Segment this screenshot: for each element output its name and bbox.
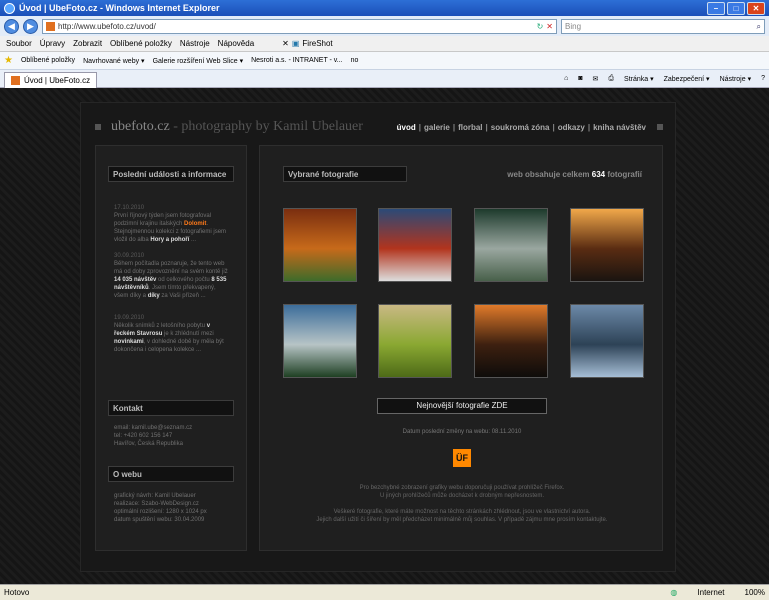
ubefoto-badge-icon: ÜF <box>453 449 471 467</box>
sunset-coast-photo[interactable] <box>570 208 644 282</box>
maximize-button[interactable]: □ <box>727 1 745 15</box>
mountain-peaks-photo[interactable] <box>283 304 357 378</box>
main-content: Vybrané fotografie web obsahuje celkem 6… <box>259 145 663 551</box>
browser-chrome: Úvod | UbeFoto.cz - Windows Internet Exp… <box>0 0 769 88</box>
zoom-level[interactable]: 100% <box>745 588 765 597</box>
search-placeholder: Bing <box>565 21 582 31</box>
tab-uvod[interactable]: Úvod | UbeFoto.cz <box>4 71 98 88</box>
fireshot-icon: ▣ <box>291 39 300 48</box>
sidebar: Poslední události a informace 17.10.2010… <box>95 145 247 551</box>
menu-soubor[interactable]: Soubor <box>6 39 32 48</box>
green-field-photo[interactable] <box>378 304 452 378</box>
site-logo[interactable]: ubefoto.cz - photography by Kamil Ubelau… <box>111 119 363 135</box>
news-link[interactable]: Hory a pohoří <box>150 237 189 243</box>
river-valley-photo[interactable] <box>570 304 644 378</box>
favorites-star-icon[interactable]: ★ <box>4 55 13 66</box>
rss-icon[interactable]: ◙ <box>578 75 582 82</box>
status-bar: Hotovo ◍ Internet 100% <box>0 584 769 600</box>
favorites-bar: ★ Oblíbené položky Navrhované weby ▾ Gal… <box>0 52 769 70</box>
minimize-button[interactable]: – <box>707 1 725 15</box>
ie-logo-icon <box>4 2 15 14</box>
close-button[interactable]: ✕ <box>747 1 765 15</box>
back-button[interactable]: ◀ <box>4 18 19 34</box>
internet-zone-icon: ◍ <box>670 588 678 597</box>
browser-note: U jiných prohlížečů může docházet k drob… <box>379 493 545 499</box>
tab-title: Úvod | UbeFoto.cz <box>24 75 91 85</box>
close-small-icon[interactable]: ✕ <box>282 39 289 48</box>
last-updated: Datum poslední změny na webu: 08.11.2010 <box>402 429 522 435</box>
news-link[interactable]: díky <box>148 293 160 299</box>
nav-uvod[interactable]: úvod <box>397 123 416 132</box>
favorite-item[interactable]: no <box>351 57 359 64</box>
tab-favicon-icon <box>11 75 20 85</box>
tool-page[interactable]: Stránka ▾ <box>624 75 654 83</box>
mail-icon[interactable]: ✉ <box>593 75 599 83</box>
site-favicon-icon <box>46 21 55 31</box>
nav-galerie[interactable]: galerie <box>424 123 450 132</box>
nav-odkazy[interactable]: odkazy <box>558 123 585 132</box>
copyright-note: Veškeré fotografie, které máte možnost n… <box>333 509 591 515</box>
site-nav: úvod | galerie | florbal | soukromá zóna | o… <box>397 123 663 132</box>
tab-bar: Úvod | UbeFoto.cz ⌂ ◙ ✉ ⎙ Stránka ▾ Zabe… <box>0 70 769 88</box>
copyright-note: Jejich další užití či šíření by měl před… <box>316 517 608 523</box>
sunset-lake-photo[interactable] <box>474 304 548 378</box>
page-viewport: ubefoto.cz - photography by Kamil Ubelau… <box>0 88 769 584</box>
tool-tools[interactable]: Nástroje ▾ <box>720 75 752 83</box>
nav-soukroma-zona[interactable]: soukromá zóna <box>491 123 550 132</box>
forward-button[interactable]: ▶ <box>23 18 38 34</box>
home-icon[interactable]: ⌂ <box>564 75 568 82</box>
search-input[interactable]: Bing ⌕ <box>561 18 765 34</box>
favorite-item[interactable]: Nesroti a.s. - INTRANET - v... <box>251 57 343 64</box>
menu-napoveda[interactable]: Nápověda <box>218 39 254 48</box>
favorites-label[interactable]: Oblíbené položky <box>21 57 75 64</box>
search-icon[interactable]: ⌕ <box>757 22 761 32</box>
favorite-item[interactable]: Navrhované weby ▾ <box>83 57 145 65</box>
section-title: Vybrané fotografie <box>283 166 407 182</box>
autumn-tree-photo[interactable] <box>283 208 357 282</box>
news-item: 30.09.2010 Během počítadla pozna­ruje, ž… <box>114 253 228 299</box>
about-title: O webu <box>108 466 234 482</box>
window-title: Úvod | UbeFoto.cz - Windows Internet Exp… <box>19 3 220 13</box>
square-icon <box>657 124 663 130</box>
fireshot-button[interactable]: ✕ ▣ FireShot <box>282 39 333 48</box>
address-bar[interactable]: http://www.ubefoto.cz/uvod/ ↻ ✕ <box>42 18 557 34</box>
menu-oblibene[interactable]: Oblíbené položky <box>110 39 172 48</box>
address-text: http://www.ubefoto.cz/uvod/ <box>58 21 156 31</box>
tool-security[interactable]: Zabezpečení ▾ <box>664 75 710 83</box>
nav-florbal[interactable]: florbal <box>458 123 482 132</box>
browser-note: Pro bezchybné zobrazení grafiky webu dop… <box>359 485 565 491</box>
news-item: 17.10.2010 První říjnový týden jsem foto… <box>114 205 227 243</box>
fireshot-label: FireShot <box>302 39 333 48</box>
news-item: 19.09.2010 Několik snímků z letošního po… <box>114 315 224 353</box>
about-info: grafický návrh: Kamil Ubelauer realizace… <box>114 493 207 523</box>
news-link[interactable]: novinkami <box>114 339 144 345</box>
help-icon[interactable]: ? <box>761 75 765 82</box>
site-header: ubefoto.cz - photography by Kamil Ubelau… <box>95 117 663 137</box>
window-titlebar: Úvod | UbeFoto.cz - Windows Internet Exp… <box>0 0 769 16</box>
menu-nastroje[interactable]: Nástroje <box>180 39 210 48</box>
zone-label: Internet <box>697 588 725 597</box>
contact-email[interactable]: email: kamil.ube@seznam.cz <box>114 425 192 431</box>
nav-kniha-navstev[interactable]: kniha návštěv <box>593 123 646 132</box>
stop-icon[interactable]: ✕ <box>546 22 553 31</box>
refresh-icon[interactable]: ↻ <box>537 22 544 31</box>
waterfall-photo[interactable] <box>474 208 548 282</box>
photo-count: web obsahuje celkem 634 fotografií <box>507 170 642 179</box>
menu-upravy[interactable]: Úpravy <box>40 39 65 48</box>
print-icon[interactable]: ⎙ <box>608 75 614 83</box>
favorite-item[interactable]: Galerie rozšíření Web Slice ▾ <box>153 57 244 65</box>
latest-photos-button[interactable]: Nejnovější fotografie ZDE <box>377 398 547 414</box>
news-title: Poslední události a informace <box>108 166 234 182</box>
menu-bar: Soubor Úpravy Zobrazit Oblíbené položky … <box>0 36 769 52</box>
site-page: ubefoto.cz - photography by Kamil Ubelau… <box>80 102 676 572</box>
square-icon <box>95 124 101 130</box>
red-forest-sheep-photo[interactable] <box>378 208 452 282</box>
status-text: Hotovo <box>4 588 30 597</box>
menu-zobrazit[interactable]: Zobrazit <box>73 39 102 48</box>
contact-title: Kontakt <box>108 400 234 416</box>
contact-info: email: kamil.ube@seznam.cz tel: +420 602… <box>114 425 193 447</box>
